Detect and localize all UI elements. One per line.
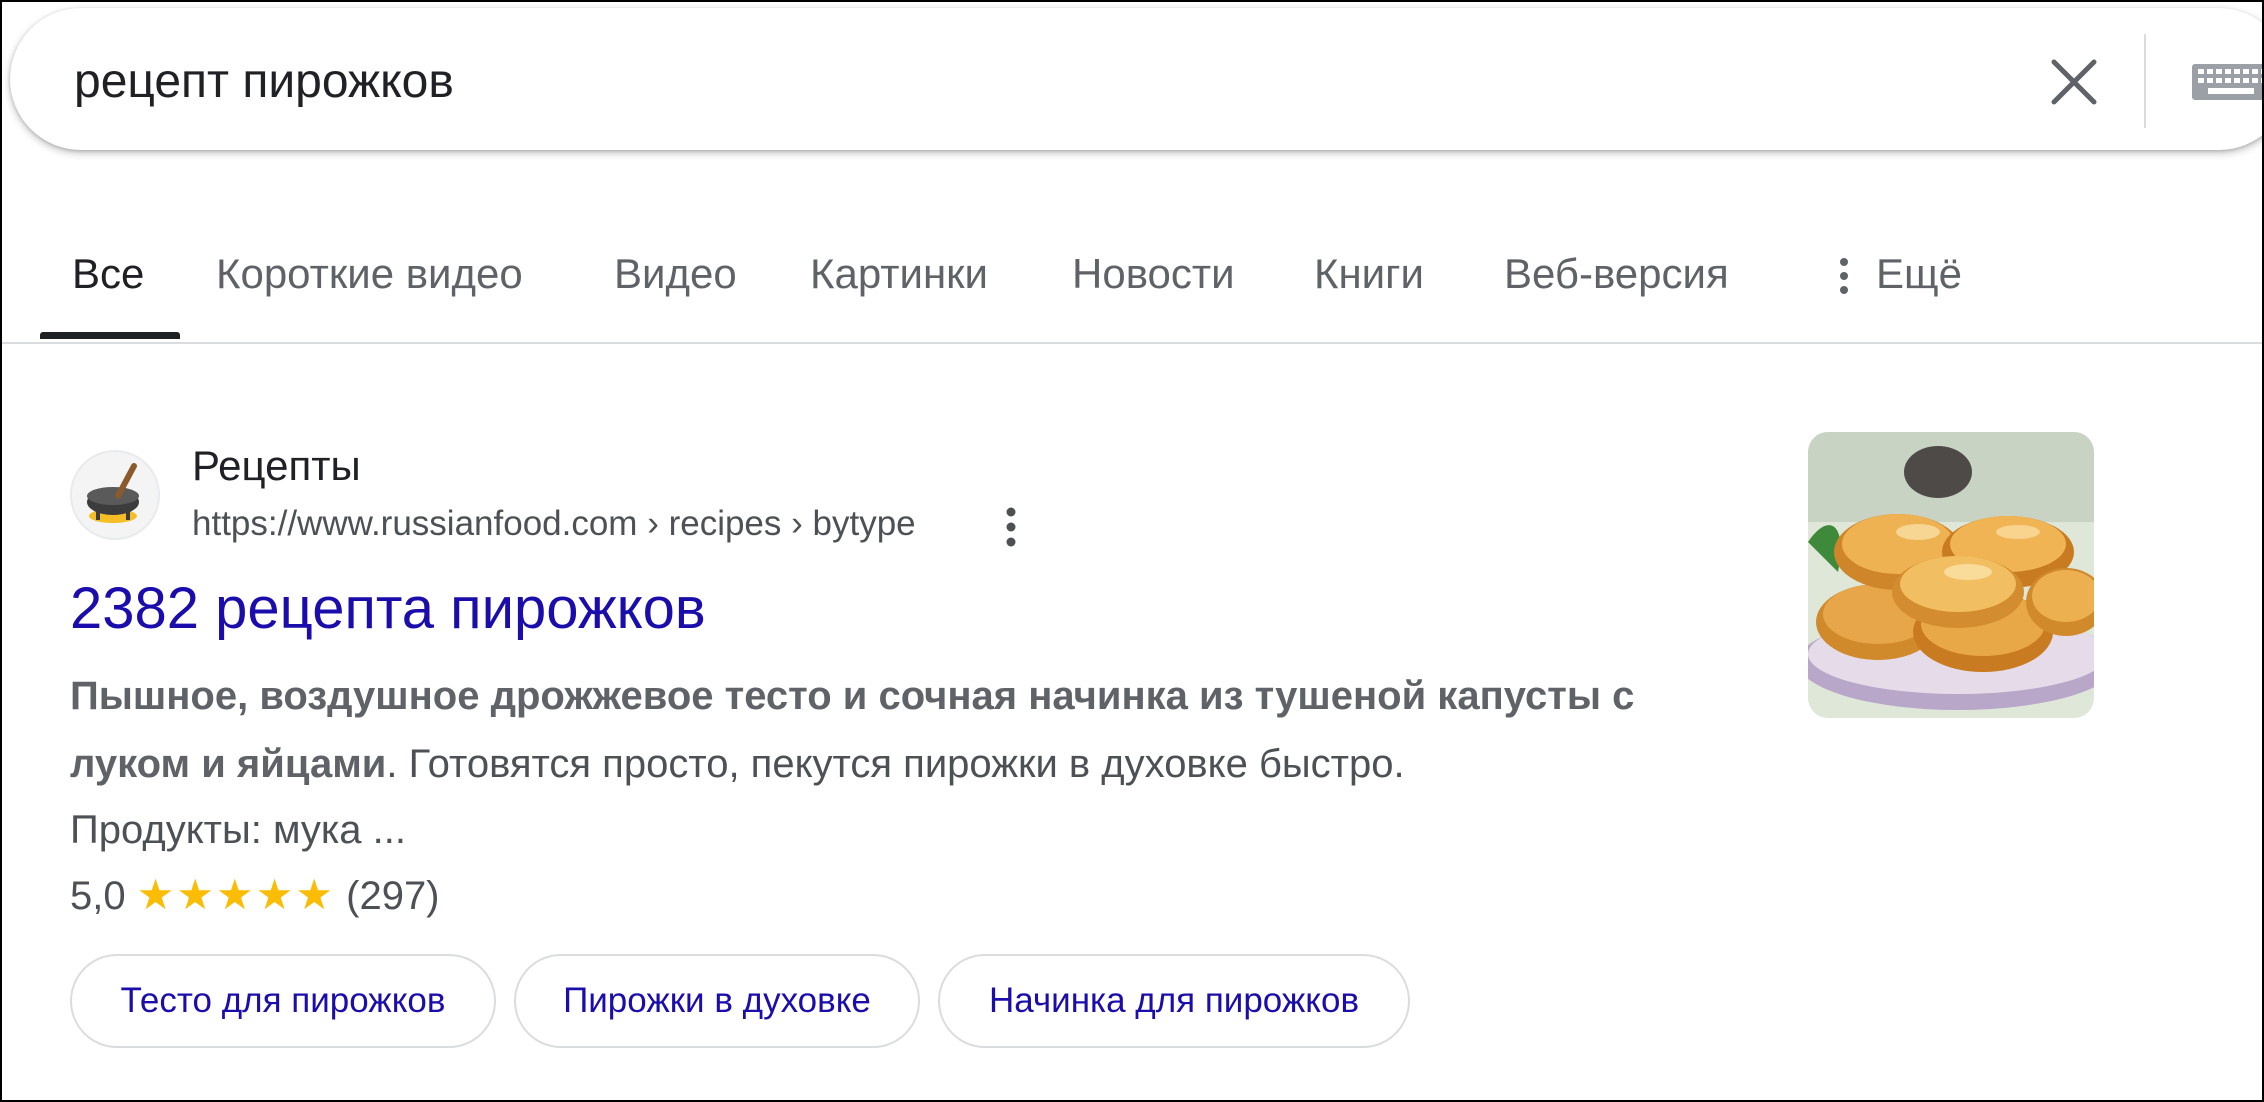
related-chip-filling[interactable]: Начинка для пирожков [938, 954, 1410, 1048]
related-chip-oven[interactable]: Пирожки в духовке [514, 954, 920, 1048]
result-snippet: Пышное, воздушное дрожжевое тесто и сочн… [70, 662, 1760, 798]
tab-all[interactable]: Все [72, 248, 144, 300]
close-icon[interactable] [2040, 48, 2108, 116]
search-bar-divider [2144, 34, 2146, 128]
snippet-highlight: Пышное, воздушное дрожжевое тесто и сочн… [70, 674, 1601, 718]
star-rating-icon: ★★★★★ [136, 870, 335, 919]
active-tab-indicator [40, 332, 180, 339]
result-url[interactable]: https://www.russianfood.com › recipes › … [192, 502, 916, 546]
tab-news[interactable]: Новости [1072, 248, 1235, 300]
rating-value: 5,0 [70, 874, 126, 918]
tab-web[interactable]: Веб-версия [1504, 248, 1729, 300]
tab-books[interactable]: Книги [1314, 248, 1424, 300]
review-count: (297) [346, 874, 440, 918]
search-results-page: рецепт пирожков Все Короткие видео Видео… [0, 0, 2264, 1102]
rating-row: 5,0 ★★★★★ (297) [70, 864, 440, 926]
snippet-text: . Готовятся просто, пекутся пирожки в ду… [386, 742, 1405, 786]
tab-images[interactable]: Картинки [810, 248, 988, 300]
keyboard-icon[interactable] [2190, 60, 2262, 104]
related-chip-dough[interactable]: Тесто для пирожков [70, 954, 496, 1048]
tab-short-videos[interactable]: Короткие видео [216, 248, 523, 300]
search-tabs: Все Короткие видео Видео Картинки Новост… [2, 224, 2262, 342]
result-thumbnail[interactable] [1808, 432, 2094, 718]
search-input[interactable]: рецепт пирожков [74, 52, 454, 112]
tabs-divider [2, 342, 2262, 344]
tab-more[interactable]: Ещё [1876, 248, 1962, 300]
cooking-pot-icon[interactable] [70, 450, 160, 540]
result-menu-icon[interactable] [998, 504, 1024, 550]
result-title-link[interactable]: 2382 рецепта пирожков [70, 574, 706, 644]
search-bar[interactable]: рецепт пирожков [10, 8, 2262, 150]
result-site-name[interactable]: Рецепты [192, 440, 361, 492]
tab-videos[interactable]: Видео [614, 248, 737, 300]
snippet-products: Продукты: мука ... [70, 808, 406, 852]
vertical-dots-icon[interactable] [1834, 254, 1854, 298]
